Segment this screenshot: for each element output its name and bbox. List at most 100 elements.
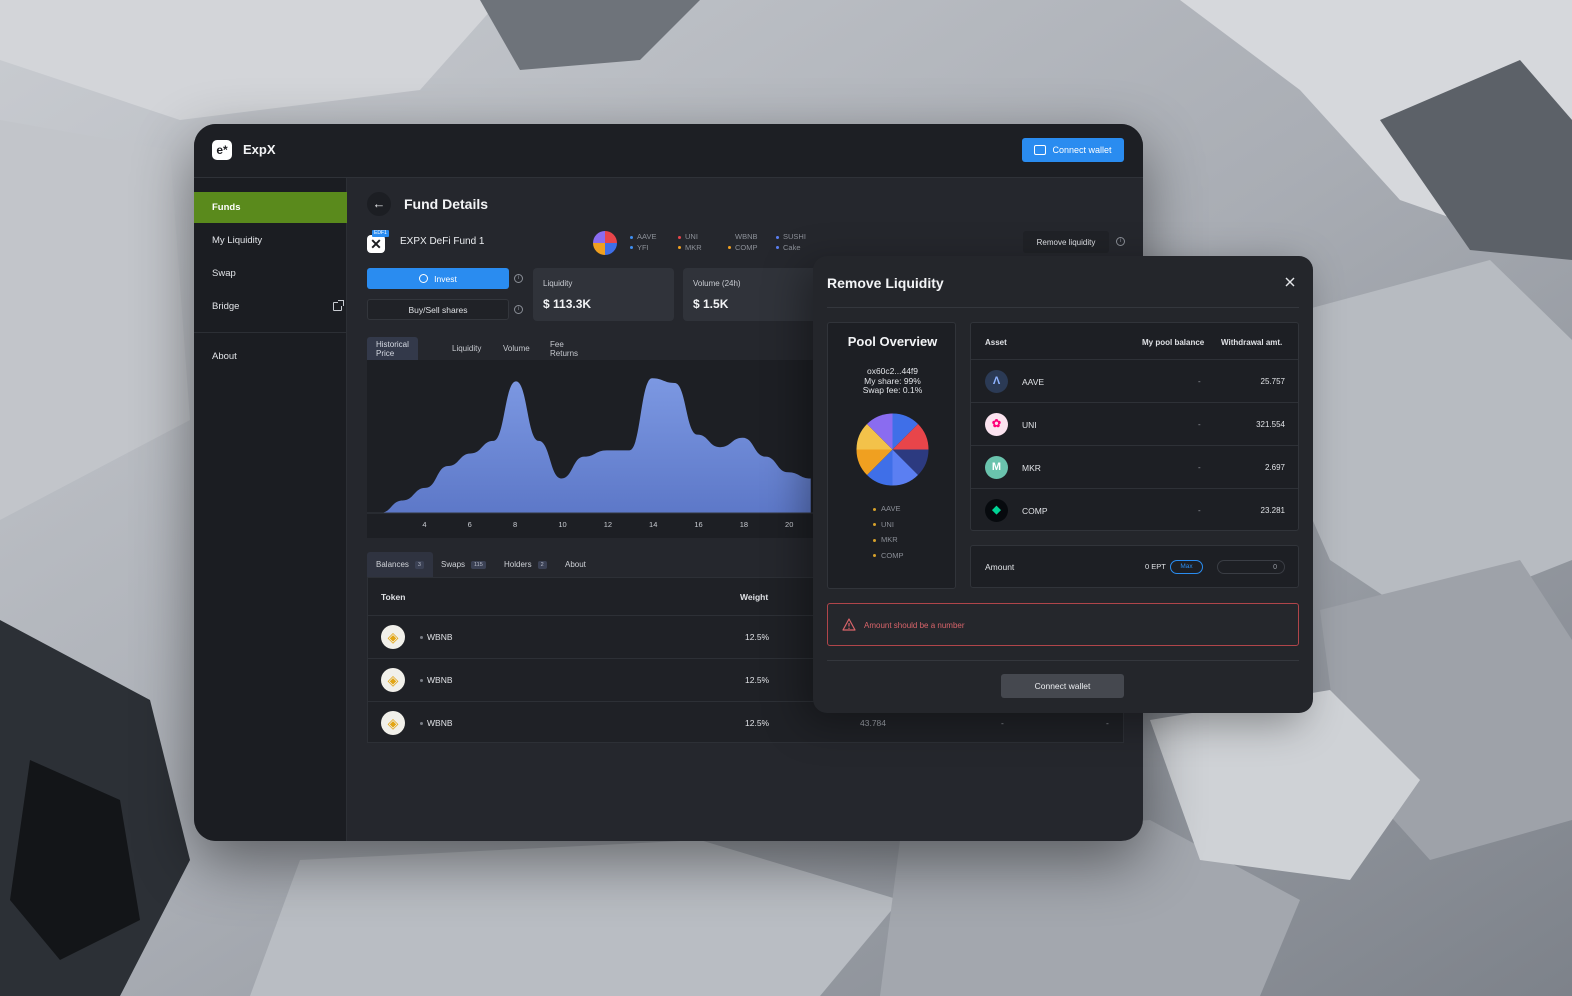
tab-fee-returns[interactable]: Fee Returns: [541, 337, 587, 360]
asset-row[interactable]: ◆ COMP - 23.281: [971, 488, 1298, 531]
external-link-icon: [333, 300, 344, 311]
amount-label: Amount: [985, 562, 1015, 572]
stat-label: Liquidity: [543, 279, 573, 288]
fund-legend-col: SUSHI Cake: [776, 232, 806, 253]
table-header-weight: Weight: [740, 592, 769, 602]
count-badge: 3: [414, 560, 424, 569]
info-icon[interactable]: i: [1116, 237, 1125, 246]
legend-label: MKR: [881, 535, 898, 544]
chart-area-series: [380, 378, 811, 513]
legend-label: WBNB: [735, 232, 758, 241]
area-chart-svg: [367, 378, 817, 514]
sidebar-item-label: Swap: [212, 268, 236, 279]
warning-icon: [842, 618, 856, 631]
aave-icon: Λ: [985, 370, 1008, 393]
modal-divider: [827, 660, 1299, 661]
max-button[interactable]: Max: [1170, 560, 1203, 574]
balance-header: My pool balance: [1142, 338, 1205, 347]
remove-liquidity-button[interactable]: Remove liquidity: [1023, 231, 1109, 253]
pool-legend: AAVE UNI MKR COMP: [873, 501, 904, 563]
asset-balance: -: [1198, 420, 1201, 429]
count-badge: 2: [537, 560, 547, 569]
tab-volume[interactable]: Volume: [494, 337, 539, 360]
fund-legend-col: UNI MKR: [678, 232, 702, 253]
modal-connect-wallet-button[interactable]: Connect wallet: [1001, 674, 1124, 698]
x-tick-label: 8: [513, 520, 518, 529]
asset-name: AAVE: [1022, 377, 1045, 387]
table-header-token: Token: [381, 592, 406, 602]
legend-label: UNI: [685, 232, 698, 241]
asset-name: UNI: [1022, 420, 1037, 430]
tab-label: Swaps: [441, 560, 466, 569]
volume-stat-card: Volume (24h) $ 1.5K: [683, 268, 824, 321]
sidebar-item-label: About: [212, 351, 237, 362]
asset-row[interactable]: Λ AAVE - 25.757: [971, 359, 1298, 402]
sidebar-divider: [194, 332, 347, 333]
back-button[interactable]: ←: [367, 192, 391, 216]
asset-balance: -: [1198, 506, 1201, 515]
modal-divider: [827, 307, 1299, 308]
tab-about[interactable]: About: [556, 552, 595, 577]
stat-value: $ 1.5K: [693, 297, 729, 311]
invest-button[interactable]: Invest: [367, 268, 509, 289]
asset-header: Asset: [985, 338, 1007, 347]
app-logo: e*: [212, 140, 232, 160]
remove-liquidity-modal: Remove Liquidity Pool Overview ox60c2...…: [813, 256, 1313, 713]
sidebar-item-my-liquidity[interactable]: My Liquidity: [194, 225, 347, 256]
modal-title: Remove Liquidity: [827, 275, 944, 291]
fund-legend-col: WBNB COMP: [728, 232, 758, 253]
wallet-icon: [1034, 145, 1047, 155]
tab-holders[interactable]: Holders 2: [495, 552, 556, 577]
tab-historical-price[interactable]: Historical Price: [367, 337, 418, 360]
sidebar-item-about[interactable]: About: [194, 341, 347, 372]
withdraw-header: Withdrawal amt.: [1221, 338, 1283, 347]
legend-label: AAVE: [637, 232, 657, 241]
asset-row[interactable]: M MKR - 2.697: [971, 445, 1298, 488]
asset-withdraw: 2.697: [1264, 463, 1285, 472]
close-icon[interactable]: [1283, 275, 1297, 289]
connect-wallet-button[interactable]: Connect wallet: [1022, 138, 1124, 162]
tab-balances[interactable]: Balances 3: [367, 552, 433, 577]
legend-label: UNI: [881, 519, 894, 529]
tab-liquidity[interactable]: Liquidity: [443, 337, 490, 360]
token-weight: 12.5%: [745, 675, 770, 685]
amount-balance: 0 EPT: [1145, 562, 1166, 571]
sidebar-item-funds[interactable]: Funds: [194, 192, 347, 223]
asset-row[interactable]: ✿ UNI - 321.554: [971, 402, 1298, 445]
buy-sell-shares-button[interactable]: Buy/Sell shares: [367, 299, 509, 320]
x-tick-label: 18: [739, 520, 749, 529]
amount-input[interactable]: [1217, 560, 1285, 574]
top-bar: e* ExpX Connect wallet: [194, 124, 1143, 178]
tab-label: About: [565, 560, 586, 569]
asset-withdraw: 25.757: [1260, 377, 1285, 386]
liquidity-stat-card: Liquidity $ 113.3K: [533, 268, 674, 321]
fund-icon: ✕: [367, 235, 385, 253]
legend-label: SUSHI: [783, 232, 806, 241]
asset-withdraw: 321.554: [1256, 420, 1285, 429]
stat-value: $ 113.3K: [543, 297, 592, 311]
x-tick-label: 16: [694, 520, 703, 529]
legend-label: COMP: [735, 242, 758, 252]
token-value: 43.784: [860, 718, 886, 728]
pool-fee: Swap fee: 0.1%: [862, 385, 923, 395]
fund-badge: EDF1: [372, 230, 389, 237]
bnb-icon: ◈: [381, 668, 405, 692]
status-dot: [420, 722, 423, 725]
x-tick-label: 10: [558, 520, 567, 529]
asset-withdraw: 23.281: [1260, 506, 1285, 515]
legend-label: YFI: [637, 242, 649, 252]
info-icon[interactable]: i: [514, 305, 523, 314]
info-icon[interactable]: i: [514, 274, 523, 283]
x-tick-label: 20: [785, 520, 794, 529]
legend-label: MKR: [685, 242, 702, 252]
tab-swaps[interactable]: Swaps 115: [432, 552, 495, 577]
sidebar-item-swap[interactable]: Swap: [194, 258, 347, 289]
comp-icon: ◆: [985, 499, 1008, 522]
status-dot: [420, 636, 423, 639]
x-tick-label: 14: [649, 520, 658, 529]
sidebar-item-label: Bridge: [212, 301, 240, 312]
sidebar-item-bridge[interactable]: Bridge: [194, 291, 347, 322]
mkr-icon: M: [985, 456, 1008, 479]
x-tick-label: 6: [467, 520, 472, 529]
asset-balance: -: [1198, 463, 1201, 472]
